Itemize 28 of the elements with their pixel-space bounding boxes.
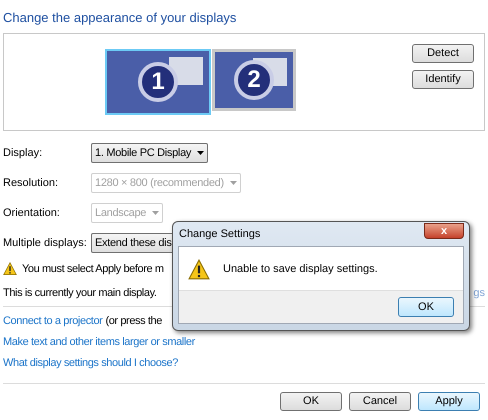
panel-button[interactable]: Identify	[412, 70, 474, 89]
warning-icon	[188, 258, 210, 280]
help-link[interactable]: What display settings should I choose?	[3, 354, 178, 372]
setting-label: Multiple displays:	[3, 236, 88, 251]
panel-button[interactable]: Detect	[412, 44, 474, 63]
monitor-number: 2	[234, 60, 274, 100]
monitor-tile[interactable]: 2	[212, 49, 296, 111]
setting-label: Resolution:	[3, 176, 60, 191]
footer-button[interactable]: Cancel	[349, 392, 411, 411]
setting-label: Orientation:	[3, 206, 61, 221]
help-link[interactable]: Connect to a projector	[3, 312, 102, 330]
caret-icon	[152, 211, 160, 215]
link-hint: (or press the	[105, 314, 162, 329]
page-heading: Change the appearance of your displays	[3, 9, 238, 27]
dialog-message: Unable to save display settings.	[223, 262, 378, 278]
main-display-note: This is currently your main display.	[3, 286, 157, 301]
warning-text: You must select Apply before m	[22, 262, 164, 277]
caret-icon	[230, 181, 237, 185]
monitor-number: 1	[138, 62, 178, 102]
monitor-tile[interactable]: 1	[105, 49, 211, 115]
help-link[interactable]: Make text and other items larger or smaller	[3, 334, 195, 350]
dropdown[interactable]: 1. Mobile PC Display	[91, 143, 208, 163]
footer-button[interactable]: OK	[280, 392, 342, 411]
footer-button[interactable]: Apply	[418, 392, 480, 411]
setting-label: Display:	[3, 146, 44, 161]
dialog-ok-button[interactable]: OK	[398, 297, 454, 317]
caret-icon	[197, 151, 204, 155]
warning-icon	[3, 262, 17, 276]
